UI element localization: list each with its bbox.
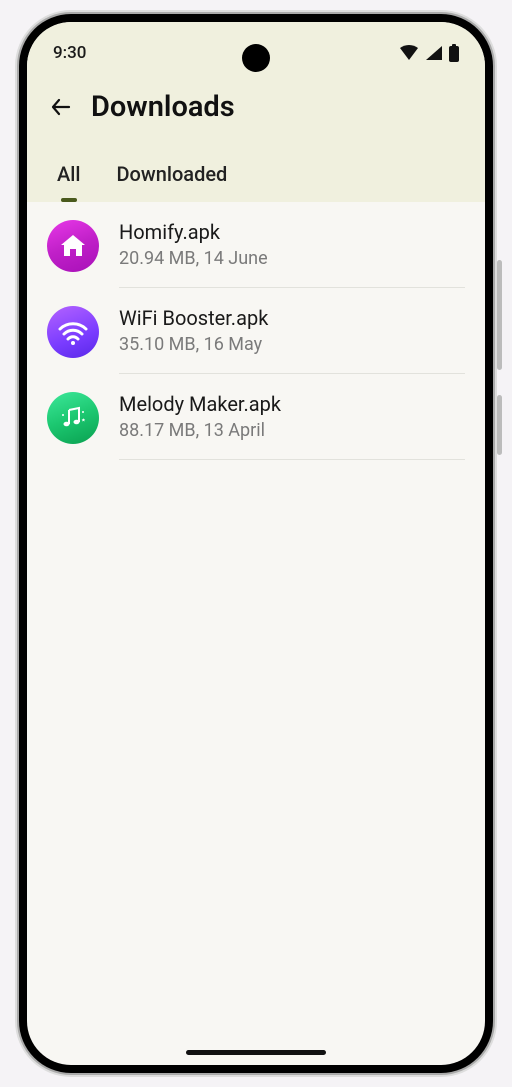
wifi-icon — [56, 315, 90, 349]
power-button — [497, 395, 502, 455]
arrow-left-icon — [49, 95, 73, 119]
tab-all[interactable]: All — [57, 162, 80, 186]
volume-button — [497, 260, 502, 370]
app-bar: Downloads — [27, 74, 485, 144]
list-item[interactable]: Melody Maker.apk 88.17 MB, 13 April — [27, 374, 485, 460]
app-icon-melody — [47, 392, 99, 444]
list-item-texts: Melody Maker.apk 88.17 MB, 13 April — [119, 390, 465, 460]
camera-hole — [242, 44, 270, 72]
tab-indicator — [61, 198, 77, 202]
app-icon-homify — [47, 220, 99, 272]
status-icons — [399, 44, 459, 62]
page-title: Downloads — [91, 90, 235, 124]
phone-frame: 9:30 — [19, 14, 493, 1073]
item-meta: 20.94 MB, 14 June — [119, 248, 465, 269]
tab-downloaded[interactable]: Downloaded — [116, 162, 227, 186]
item-title: WiFi Booster.apk — [119, 306, 465, 330]
list-item-texts: Homify.apk 20.94 MB, 14 June — [119, 218, 465, 288]
battery-status-icon — [449, 44, 459, 62]
downloads-list: Homify.apk 20.94 MB, 14 June WiFi Booste… — [27, 202, 485, 460]
back-button[interactable] — [49, 95, 73, 119]
home-icon — [58, 231, 88, 261]
list-item[interactable]: Homify.apk 20.94 MB, 14 June — [27, 202, 485, 288]
signal-status-icon — [425, 45, 443, 61]
app-icon-wifi — [47, 306, 99, 358]
list-item-texts: WiFi Booster.apk 35.10 MB, 16 May — [119, 304, 465, 374]
list-item[interactable]: WiFi Booster.apk 35.10 MB, 16 May — [27, 288, 485, 374]
header-zone: 9:30 — [27, 22, 485, 202]
wifi-status-icon — [399, 45, 419, 61]
nav-handle[interactable] — [186, 1050, 326, 1055]
screen: 9:30 — [27, 22, 485, 1065]
tabs: All Downloaded — [27, 144, 485, 202]
item-meta: 88.17 MB, 13 April — [119, 420, 465, 441]
music-icon — [57, 402, 89, 434]
status-time: 9:30 — [53, 43, 86, 63]
item-meta: 35.10 MB, 16 May — [119, 334, 465, 355]
item-title: Melody Maker.apk — [119, 392, 465, 416]
item-title: Homify.apk — [119, 220, 465, 244]
